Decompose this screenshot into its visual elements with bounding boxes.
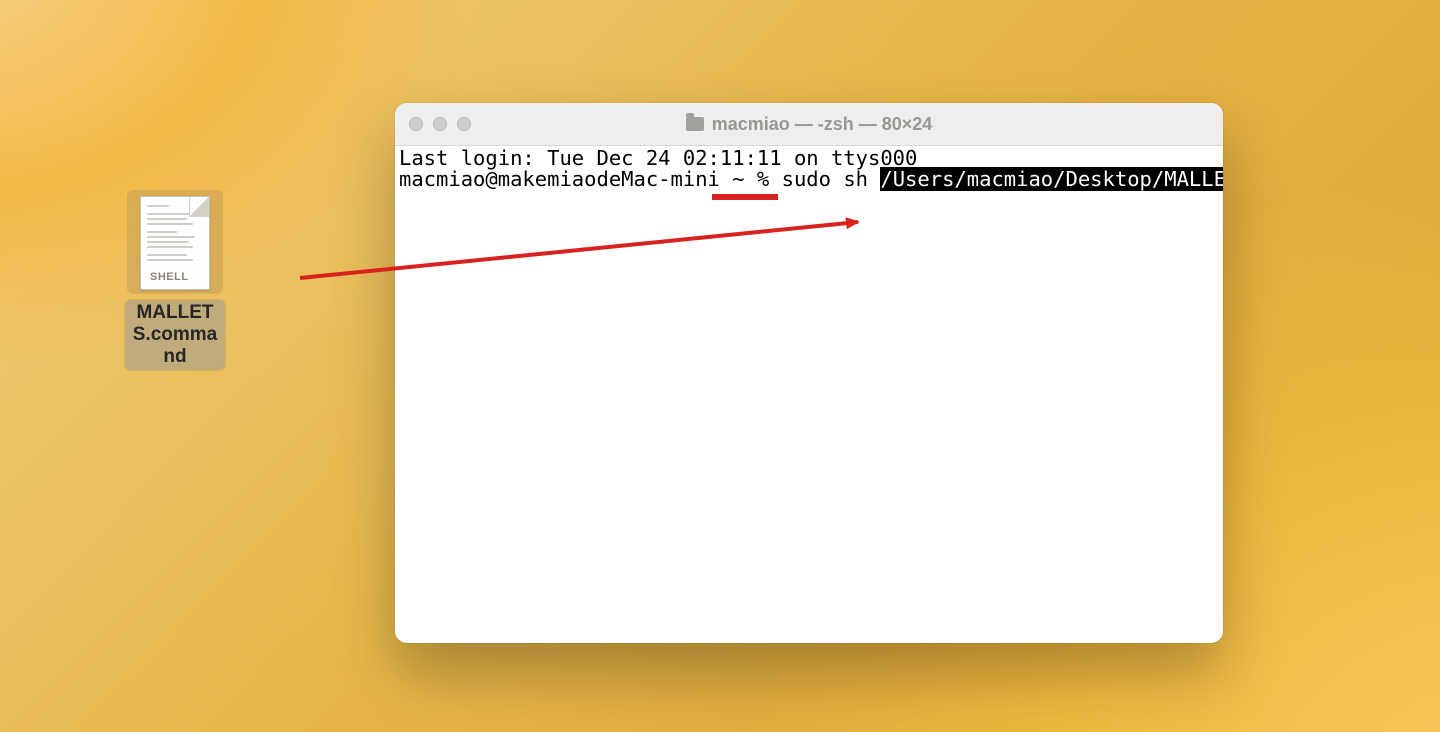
file-page-preview: SHELL	[140, 196, 210, 290]
terminal-body[interactable]: Last login: Tue Dec 24 02:11:11 on ttys0…	[395, 146, 1223, 643]
terminal-prompt: macmiao@makemiaodeMac-mini ~ %	[399, 167, 782, 191]
minimize-icon[interactable]	[433, 117, 447, 131]
window-titlebar[interactable]: macmiao — -zsh — 80×24	[395, 103, 1223, 146]
desktop-file-mallets-command[interactable]: SHELL MALLETS.command	[125, 190, 225, 345]
terminal-typed-highlighted: /Users/macmiao/Desktop/MALLETS.command	[880, 167, 1223, 191]
window-title-text: macmiao — -zsh — 80×24	[712, 114, 933, 135]
close-icon[interactable]	[409, 117, 423, 131]
file-label: MALLETS.command	[125, 300, 225, 370]
zoom-icon[interactable]	[457, 117, 471, 131]
window-title: macmiao — -zsh — 80×24	[395, 114, 1223, 135]
window-traffic-lights[interactable]	[409, 117, 471, 131]
desktop-background: SHELL MALLETS.command macmiao — -zsh — 8…	[0, 0, 1440, 732]
file-thumbnail: SHELL	[127, 190, 223, 294]
terminal-window[interactable]: macmiao — -zsh — 80×24 Last login: Tue D…	[395, 103, 1223, 643]
terminal-typed-plain: sudo sh	[782, 167, 881, 191]
file-type-tag: SHELL	[150, 271, 189, 283]
folder-icon	[686, 117, 704, 131]
